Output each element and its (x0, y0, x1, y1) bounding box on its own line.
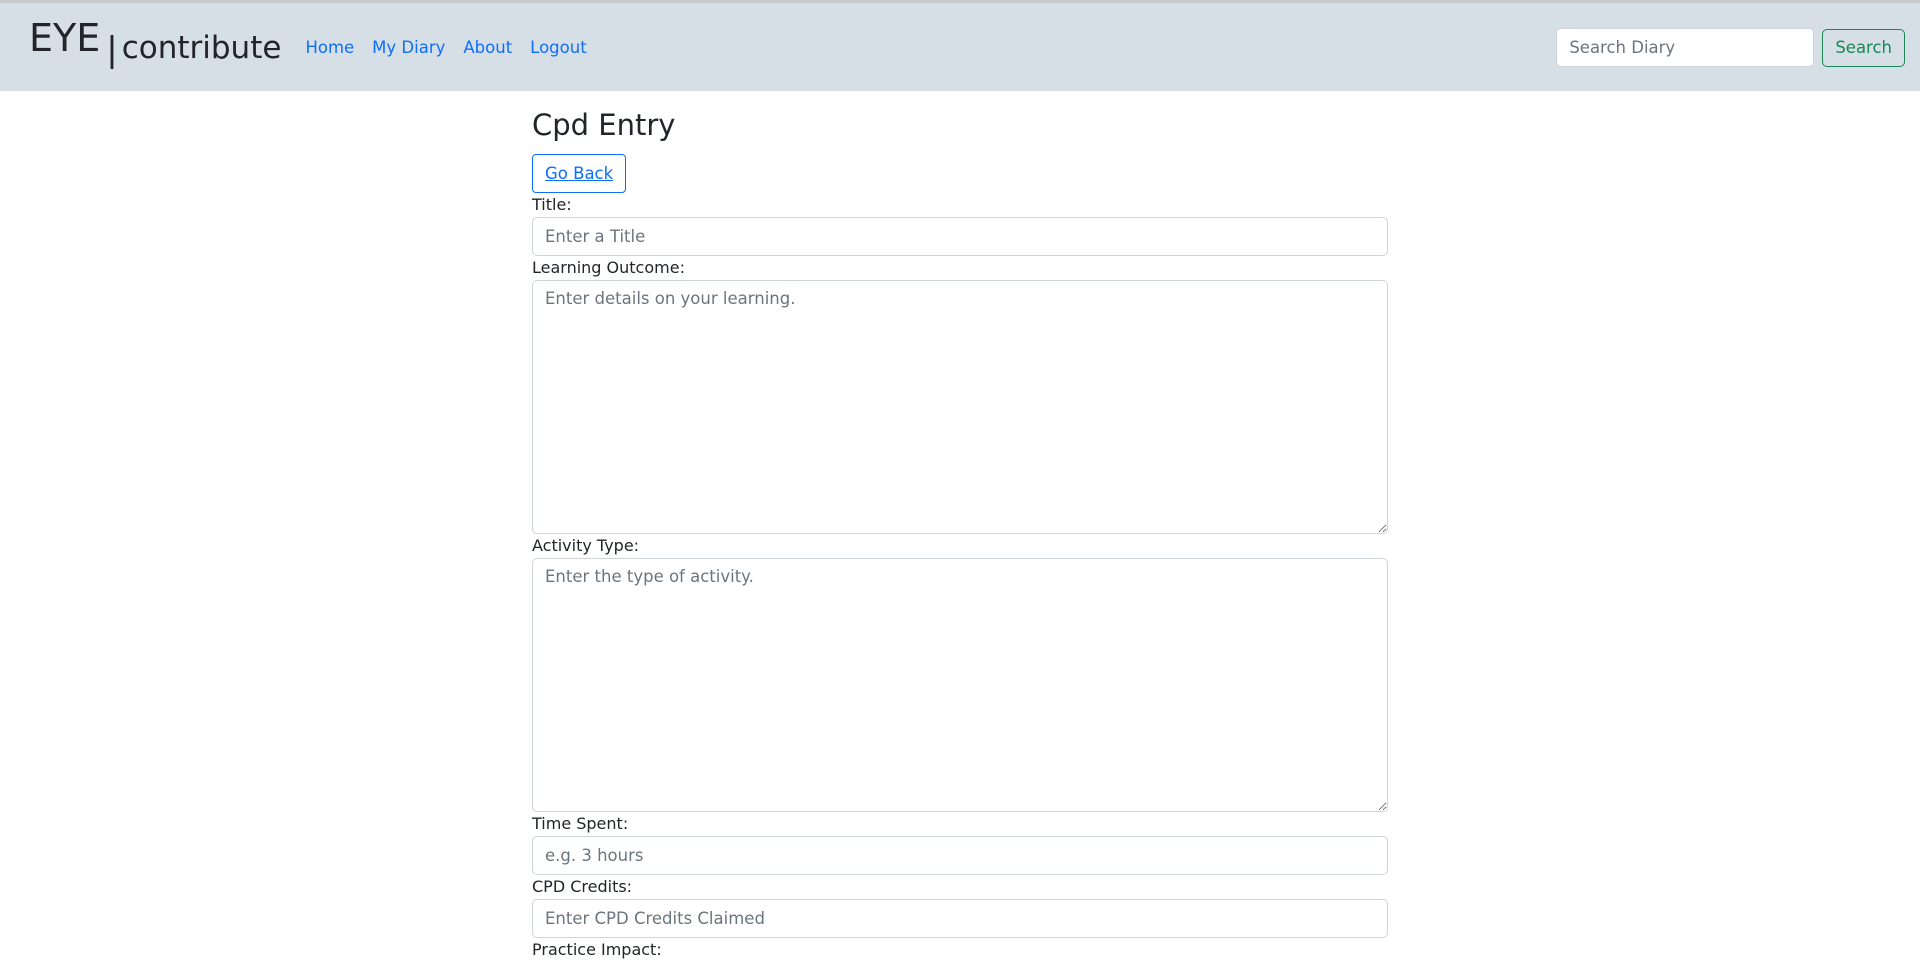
brand-logo[interactable]: EYE | contribute (29, 17, 281, 77)
nav-home-link[interactable]: Home (305, 38, 354, 57)
time-group: Time Spent: (532, 812, 1388, 875)
main-content: Cpd Entry Go Back Title: Learning Outcom… (532, 104, 1388, 962)
activity-type-textarea[interactable] (532, 558, 1388, 812)
time-spent-input[interactable] (532, 836, 1388, 875)
outcome-group: Learning Outcome: (532, 256, 1388, 534)
brand-contribute-text: contribute (121, 30, 282, 66)
practice-impact-label: Practice Impact: (532, 940, 662, 959)
navbar: EYE | contribute Home My Diary About Log… (0, 3, 1920, 91)
page-title: Cpd Entry (532, 108, 676, 142)
time-spent-label: Time Spent: (532, 814, 629, 833)
nav-my-diary-link[interactable]: My Diary (372, 38, 445, 57)
cpd-credits-label: CPD Credits: (532, 877, 633, 896)
title-label: Title: (532, 195, 572, 214)
credits-group: CPD Credits: (532, 875, 1388, 938)
nav-logout-link[interactable]: Logout (530, 38, 587, 57)
activity-type-label: Activity Type: (532, 536, 640, 555)
impact-group: Practice Impact: (532, 938, 1388, 962)
nav-about-link[interactable]: About (463, 38, 512, 57)
learning-outcome-label: Learning Outcome: (532, 258, 685, 277)
nav-links: Home My Diary About Logout (305, 38, 604, 57)
brand-pipe-text: | (106, 30, 118, 70)
title-input[interactable] (532, 217, 1388, 256)
activity-group: Activity Type: (532, 534, 1388, 812)
search-button[interactable]: Search (1822, 28, 1905, 67)
go-back-button[interactable]: Go Back (532, 154, 627, 193)
search-form: Search (1556, 28, 1905, 67)
cpd-credits-input[interactable] (532, 899, 1388, 938)
search-input[interactable] (1556, 28, 1815, 67)
learning-outcome-textarea[interactable] (532, 280, 1388, 534)
title-group: Title: (532, 193, 1388, 256)
brand-eye-text: EYE (29, 16, 101, 60)
